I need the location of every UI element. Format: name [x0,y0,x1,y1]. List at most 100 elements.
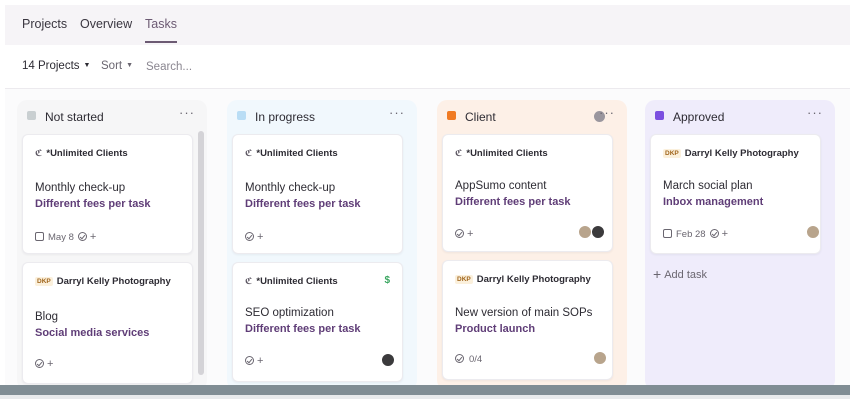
client-label: Darryl Kelly Photography [56,276,171,287]
client-label: Darryl Kelly Photography [684,148,799,159]
ellipsis-icon[interactable]: ··· [179,105,195,120]
task-title: New version of main SOPs [455,307,593,319]
service-name: Different fees per task [35,198,151,210]
checklist-count: 0/4 [469,354,483,365]
service-name: Product launch [455,323,536,335]
calendar-icon [35,232,44,241]
search-input[interactable] [146,58,266,76]
client-name: DKP Darryl Kelly Photography [455,274,591,285]
card-meta: + [245,231,263,243]
task-card[interactable]: ℭ *Unlimited Clients Monthly check-up Dif… [232,134,403,254]
client-label: Darryl Kelly Photography [476,274,591,285]
plus-icon[interactable]: + [257,231,263,243]
column-client: Client ··· ℭ *Unlimited Clients AppSumo c… [437,100,627,390]
plus-icon: + [653,266,662,282]
ellipsis-icon[interactable]: ··· [807,105,823,120]
tab-tasks[interactable]: Tasks [145,17,177,43]
column-not-started: Not started ··· ℭ *Unlimited Clients Mont… [17,100,207,390]
plus-icon[interactable]: + [722,228,728,240]
card-meta: + [455,228,473,240]
service-name: Inbox management [663,196,764,208]
task-card[interactable]: DKP Darryl Kelly Photography New version … [442,260,613,380]
avatar[interactable] [578,225,592,239]
column-approved: Approved ··· DKP Darryl Kelly Photography… [645,100,835,390]
plus-icon[interactable]: + [47,358,53,370]
client-logo-icon: ℭ [245,148,253,158]
filter-bar: 14 Projects ▼ Sort ▼ [5,45,850,89]
sort-dropdown[interactable]: Sort ▼ [101,60,133,72]
task-card[interactable]: DKP Darryl Kelly Photography Blog Social … [22,262,193,384]
avatar[interactable] [593,351,607,365]
column-title: Client [465,110,496,124]
service-name: Social media services [35,327,150,339]
client-name: DKP Darryl Kelly Photography [663,148,799,159]
client-name: ℭ *Unlimited Clients [35,148,128,159]
check-circle-icon[interactable] [245,232,254,241]
column-header: In progress ··· [227,100,417,132]
caret-down-icon: ▼ [83,62,91,69]
client-logo-icon: ℭ [245,276,253,286]
task-card[interactable]: DKP Darryl Kelly Photography March social… [650,134,821,254]
plus-icon[interactable]: + [257,355,263,367]
service-name: Different fees per task [245,198,361,210]
task-title: SEO optimization [245,307,334,319]
ellipsis-icon[interactable]: ··· [599,105,615,120]
client-logo-icon: ℭ [455,148,463,158]
plus-icon[interactable]: + [90,231,96,243]
due-date[interactable]: Feb 28 [676,229,706,240]
plus-icon[interactable]: + [467,228,473,240]
card-meta: 0/4 [455,354,482,365]
service-name: Different fees per task [245,323,361,335]
card-meta: May 8 + [35,231,96,243]
bottom-strip [0,395,850,399]
task-title: AppSumo content [455,180,547,192]
projects-filter[interactable]: 14 Projects ▼ [22,60,90,72]
ellipsis-icon[interactable]: ··· [389,105,405,120]
client-name: DKP Darryl Kelly Photography [35,276,171,287]
task-title: Monthly check-up [35,182,126,194]
task-title: Blog [35,311,59,323]
projects-filter-label: 14 Projects [22,60,80,72]
avatar[interactable] [381,353,395,367]
client-logo-icon: DKP [663,149,681,158]
client-label: *Unlimited Clients [466,148,548,159]
check-circle-icon[interactable] [455,229,464,238]
column-header: Client ··· [437,100,627,132]
status-color-icon [237,111,246,120]
task-title: Monthly check-up [245,182,336,194]
client-label: *Unlimited Clients [256,276,338,287]
column-scrollbar[interactable] [198,131,204,375]
client-name: ℭ *Unlimited Clients [245,148,338,159]
calendar-icon [663,229,672,238]
check-circle-icon[interactable] [455,354,464,363]
check-circle-icon[interactable] [709,229,719,238]
check-circle-icon[interactable] [35,359,44,368]
tab-projects[interactable]: Projects [22,17,67,31]
add-task-button[interactable]: + Add task [653,266,707,282]
sort-label: Sort [101,60,123,72]
client-label: *Unlimited Clients [256,148,338,159]
task-card[interactable]: ℭ *Unlimited Clients Monthly check-up Dif… [22,134,193,254]
status-color-icon [447,111,456,120]
top-nav: Projects Overview Tasks [5,5,850,45]
check-circle-icon[interactable] [245,356,254,365]
kanban-board: Not started ··· ℭ *Unlimited Clients Mont… [5,89,850,390]
caret-down-icon: ▼ [126,62,134,69]
client-name: ℭ *Unlimited Clients [245,276,338,287]
column-header: Not started ··· [17,100,207,132]
column-header: Approved ··· [645,100,835,132]
client-name: ℭ *Unlimited Clients [455,148,548,159]
client-logo-icon: DKP [35,277,53,286]
task-card[interactable]: ℭ *Unlimited Clients AppSumo content Diff… [442,134,613,252]
tab-overview[interactable]: Overview [80,17,132,31]
avatar[interactable] [806,225,820,239]
column-title: Not started [45,110,104,124]
status-color-icon [655,111,664,120]
avatar[interactable] [591,225,605,239]
task-card[interactable]: ℭ *Unlimited Clients $ SEO optimization D… [232,262,403,382]
check-circle-icon[interactable] [77,232,87,241]
due-date[interactable]: May 8 [48,232,74,243]
card-meta: + [35,358,53,370]
dollar-icon: $ [384,275,390,286]
column-in-progress: In progress ··· ℭ *Unlimited Clients Mont… [227,100,417,390]
